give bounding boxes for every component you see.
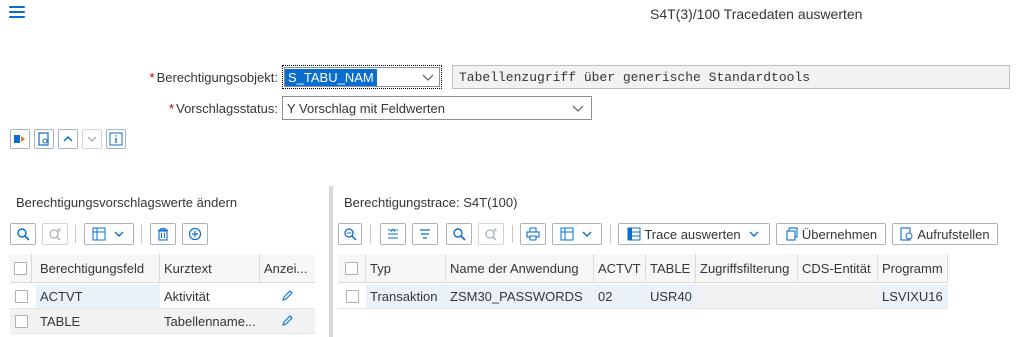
- column-header[interactable]: TABLE: [646, 254, 696, 282]
- column-header[interactable]: Typ: [366, 254, 446, 282]
- info-button[interactable]: [106, 129, 126, 149]
- toolbar-separator: [610, 225, 611, 243]
- search-next-button[interactable]: [42, 223, 68, 245]
- printer-icon: [526, 227, 540, 241]
- table-row[interactable]: TABLE Tabellenname...: [10, 309, 315, 334]
- chevron-down-icon[interactable]: [421, 70, 435, 84]
- toolbar-separator: [512, 225, 513, 243]
- search-button[interactable]: [446, 223, 472, 245]
- add-circle-icon: [188, 227, 202, 241]
- edit-cell[interactable]: [272, 309, 312, 333]
- chevron-down-icon: [582, 231, 592, 237]
- field-cell[interactable]: ACTVT: [36, 284, 160, 308]
- add-button[interactable]: [182, 223, 208, 245]
- sort-ascending-button[interactable]: [380, 223, 406, 245]
- column-header[interactable]: Berechtigungsfeld: [36, 254, 160, 282]
- layout-button[interactable]: [84, 223, 134, 245]
- toolbar-separator: [75, 225, 76, 243]
- evaluate-trace-button[interactable]: Trace auswerten: [618, 223, 770, 245]
- sort-descending-icon: [420, 229, 430, 239]
- row-checkbox[interactable]: [10, 309, 32, 333]
- program-cell: LSVIXU16: [882, 288, 943, 304]
- transfer-icon: [14, 135, 25, 143]
- zoom-button[interactable]: [338, 223, 362, 245]
- toolbar-separator: [370, 225, 371, 243]
- field-cell[interactable]: TABLE: [36, 309, 160, 333]
- row-checkbox[interactable]: [10, 284, 32, 308]
- search-plus-icon: [485, 228, 497, 241]
- auth-object-label: * Berechtigungsobjekt:: [149, 70, 278, 85]
- column-header[interactable]: Kurztext: [160, 254, 260, 282]
- search-icon: [453, 228, 466, 241]
- select-all-checkbox[interactable]: [10, 254, 32, 282]
- table-row[interactable]: Transaktion ZSM30_PASSWORDS 02 USR40 LSV…: [338, 284, 948, 309]
- search-button[interactable]: [10, 223, 36, 245]
- edit-cell[interactable]: [272, 284, 312, 308]
- pencil-icon[interactable]: [280, 314, 294, 328]
- proposal-status-value: Y Vorschlag mit Feldwerten: [287, 100, 445, 116]
- column-header[interactable]: ACTVT: [594, 254, 646, 282]
- sort-descending-button[interactable]: [412, 223, 438, 245]
- column-header[interactable]: Name der Anwendung: [446, 254, 594, 282]
- cds-entity-cell: [798, 284, 878, 308]
- search-plus-icon: [49, 228, 61, 241]
- chevron-down-icon: [87, 136, 97, 143]
- delete-button[interactable]: [150, 223, 176, 245]
- call-stack-icon: [900, 227, 913, 241]
- row-checkbox[interactable]: [338, 284, 366, 308]
- menu-icon[interactable]: [9, 6, 25, 20]
- text-cell: Aktivität: [164, 288, 210, 304]
- grid-layout-icon: [560, 227, 574, 241]
- auth-object-field[interactable]: S_TABU_NAM: [282, 65, 442, 89]
- toolbar-separator: [141, 225, 142, 243]
- zoom-icon: [344, 228, 357, 241]
- move-up-button[interactable]: [58, 129, 78, 149]
- search-next-button[interactable]: [478, 223, 504, 245]
- search-icon: [17, 228, 30, 241]
- chevron-down-icon[interactable]: [571, 101, 585, 115]
- left-panel-title: Berechtigungsvorschlagswerte ändern: [16, 195, 238, 210]
- proposal-status-label: * Vorschlagsstatus:: [169, 101, 278, 116]
- trash-icon: [158, 227, 168, 241]
- details-button[interactable]: [34, 129, 54, 149]
- move-down-button[interactable]: [82, 129, 102, 149]
- call-positions-button[interactable]: Aufrufstellen: [892, 223, 998, 245]
- actvt-cell: 02: [598, 288, 613, 304]
- right-grid-header: Typ Name der Anwendung ACTVT TABLE Zugri…: [338, 254, 948, 283]
- print-button[interactable]: [520, 223, 546, 245]
- text-cell: Tabellenname...: [164, 313, 256, 329]
- copy-icon: [786, 227, 798, 241]
- info-icon: [109, 132, 123, 146]
- document-search-icon: [38, 132, 49, 146]
- sort-ascending-icon: [388, 228, 398, 239]
- auth-object-value: S_TABU_NAM: [285, 68, 377, 86]
- transfer-button[interactable]: [10, 129, 30, 149]
- proposal-status-select[interactable]: Y Vorschlag mit Feldwerten: [282, 96, 592, 120]
- left-grid-header: Berechtigungsfeld Kurztext Anzei...: [10, 254, 315, 283]
- layout-button[interactable]: [552, 223, 602, 245]
- select-all-checkbox[interactable]: [338, 254, 366, 282]
- right-panel-title: Berechtigungstrace: S4T(100): [344, 195, 518, 210]
- column-header[interactable]: CDS-Entität: [798, 254, 878, 282]
- table-row[interactable]: ACTVT Aktivität: [10, 284, 315, 309]
- pencil-icon[interactable]: [280, 289, 294, 303]
- auth-object-description: Tabellenzugriff über generische Standard…: [452, 65, 1010, 89]
- window-title: S4T(3)/100 Tracedaten auswerten: [650, 6, 863, 22]
- table-cell: USR40: [650, 288, 692, 304]
- chevron-up-icon: [63, 135, 73, 142]
- chevron-down-icon: [114, 231, 124, 237]
- column-header[interactable]: Zugriffsfilterung: [696, 254, 798, 282]
- table-icon: [627, 227, 641, 241]
- apply-button[interactable]: Übernehmen: [776, 223, 886, 245]
- column-header[interactable]: Programm: [878, 254, 948, 282]
- chevron-down-icon: [749, 231, 759, 237]
- access-filter-cell: [696, 284, 798, 308]
- panel-splitter[interactable]: [329, 186, 333, 337]
- typ-cell: Transaktion: [370, 288, 438, 304]
- column-header[interactable]: Anzei...: [260, 254, 315, 282]
- application-name-cell: ZSM30_PASSWORDS: [450, 288, 583, 304]
- grid-layout-icon: [92, 227, 106, 241]
